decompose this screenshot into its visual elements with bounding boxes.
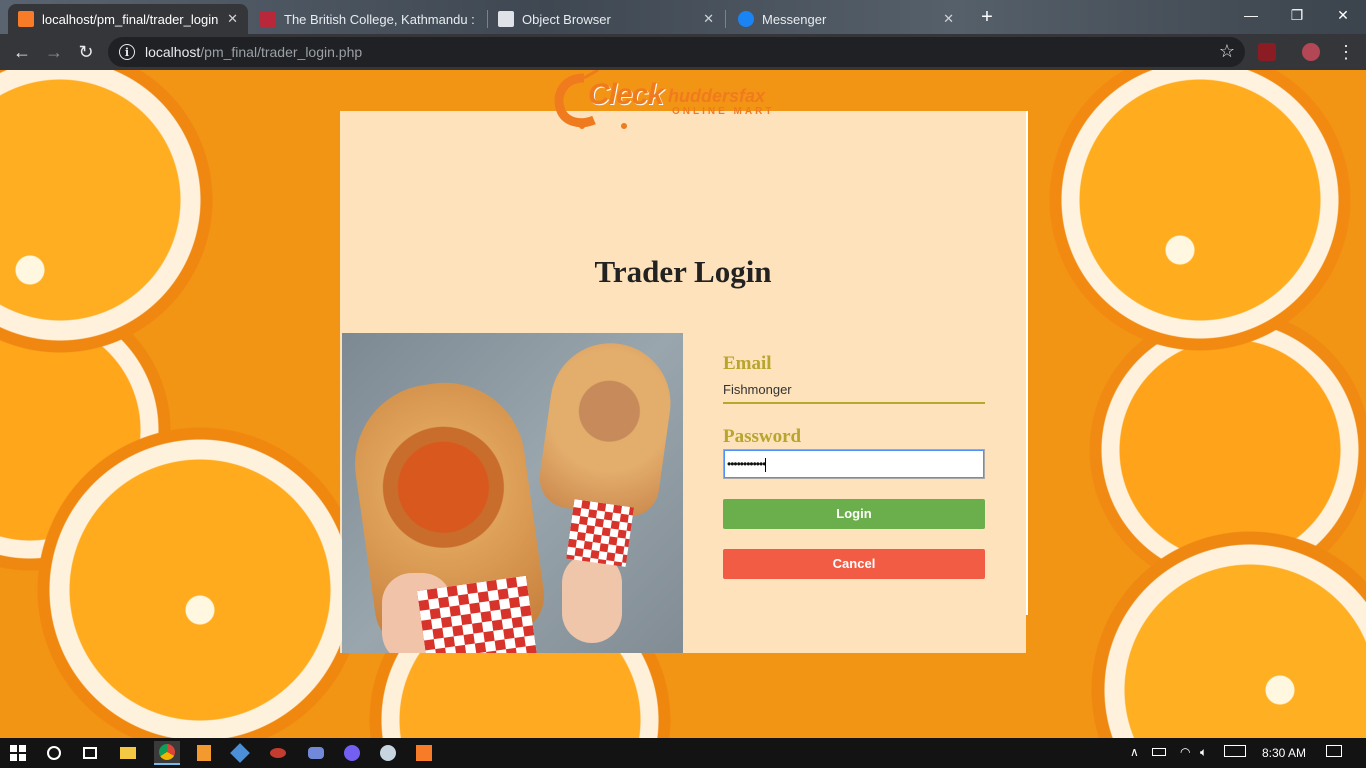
menu-button[interactable]: ⋮ — [1332, 38, 1360, 66]
forward-button[interactable]: → — [40, 38, 68, 66]
email-label: Email — [723, 353, 772, 374]
app-icon[interactable] — [228, 741, 252, 765]
tab-trader-login[interactable]: localhost/pm_final/trader_login.php ✕ — [8, 4, 248, 34]
reload-button[interactable]: ↻ — [72, 38, 100, 66]
food-image — [342, 333, 683, 653]
chrome-icon[interactable] — [154, 741, 180, 765]
xampp-icon — [18, 11, 34, 27]
minimize-button[interactable]: — — [1228, 0, 1274, 30]
close-icon[interactable]: ✕ — [943, 11, 954, 27]
back-button[interactable]: ← — [8, 38, 36, 66]
clock[interactable]: 8:30 AM — [1262, 746, 1306, 760]
tab-title: localhost/pm_final/trader_login.php — [42, 11, 219, 27]
close-icon[interactable]: ✕ — [703, 11, 714, 27]
task-view-icon[interactable] — [78, 741, 102, 765]
url-text[interactable]: localhost/pm_final/trader_login.php — [145, 44, 362, 60]
new-tab-button[interactable]: + — [976, 6, 998, 28]
page-icon — [498, 11, 514, 27]
extension-icon[interactable] — [1258, 43, 1276, 61]
volume-icon[interactable]: 🔈︎ — [1200, 745, 1207, 760]
viber-icon[interactable] — [340, 741, 364, 765]
file-explorer-icon[interactable] — [116, 741, 140, 765]
tab-title: Messenger — [762, 11, 827, 27]
xampp-icon[interactable] — [412, 741, 436, 765]
steam-icon[interactable] — [376, 741, 400, 765]
login-button[interactable]: Login — [723, 499, 985, 529]
star-icon[interactable]: ☆ — [1219, 41, 1235, 62]
logo-tagline: ONLINE MART — [672, 106, 775, 117]
windows-taskbar: ∧ ◠ 🔈︎ 8:30 AM — [0, 738, 1366, 768]
tab-british-college[interactable]: The British College, Kathmandu : — [250, 4, 486, 34]
password-label: Password — [723, 426, 802, 447]
college-icon — [260, 11, 276, 27]
tab-messenger[interactable]: Messenger ✕ — [728, 4, 964, 34]
close-icon[interactable]: ✕ — [227, 11, 238, 27]
browser-toolbar: ← → ↻ i localhost/pm_final/trader_login.… — [0, 34, 1366, 70]
close-window-button[interactable]: ✕ — [1320, 0, 1366, 30]
messenger-icon — [738, 11, 754, 27]
tab-strip: localhost/pm_final/trader_login.php ✕ Th… — [0, 0, 1366, 34]
windows-start-icon[interactable] — [6, 741, 30, 765]
notification-icon[interactable] — [1326, 745, 1342, 760]
cancel-button[interactable]: Cancel — [723, 549, 985, 579]
page-background: Cleck huddersfax ONLINE MART Trader Logi… — [0, 70, 1366, 738]
app-icon[interactable] — [266, 741, 290, 765]
wifi-icon[interactable]: ◠ — [1180, 745, 1190, 759]
logo-brand: huddersfax — [668, 86, 766, 106]
maximize-button[interactable]: ❐ — [1274, 0, 1320, 30]
page-title: Trader Login — [594, 254, 772, 289]
tab-title: The British College, Kathmandu : — [284, 11, 475, 27]
search-icon[interactable] — [42, 741, 66, 765]
profile-avatar[interactable] — [1302, 43, 1320, 61]
battery-icon[interactable] — [1152, 745, 1166, 759]
email-field[interactable]: Fishmonger — [723, 380, 985, 404]
logo-word: Cleck — [588, 78, 664, 111]
site-logo[interactable]: Cleck huddersfax ONLINE MART — [554, 70, 800, 130]
keyboard-icon[interactable] — [1224, 745, 1246, 760]
chevron-up-icon[interactable]: ∧ — [1130, 745, 1139, 759]
address-bar[interactable]: i localhost/pm_final/trader_login.php ☆ — [108, 37, 1245, 67]
tab-object-browser[interactable]: Object Browser ✕ — [488, 4, 724, 34]
discord-icon[interactable] — [304, 741, 328, 765]
info-icon[interactable]: i — [119, 44, 135, 60]
tab-title: Object Browser — [522, 11, 611, 27]
tab-separator — [725, 10, 726, 28]
sublime-icon[interactable] — [192, 741, 216, 765]
password-field[interactable]: •••••••••••• — [723, 449, 985, 479]
